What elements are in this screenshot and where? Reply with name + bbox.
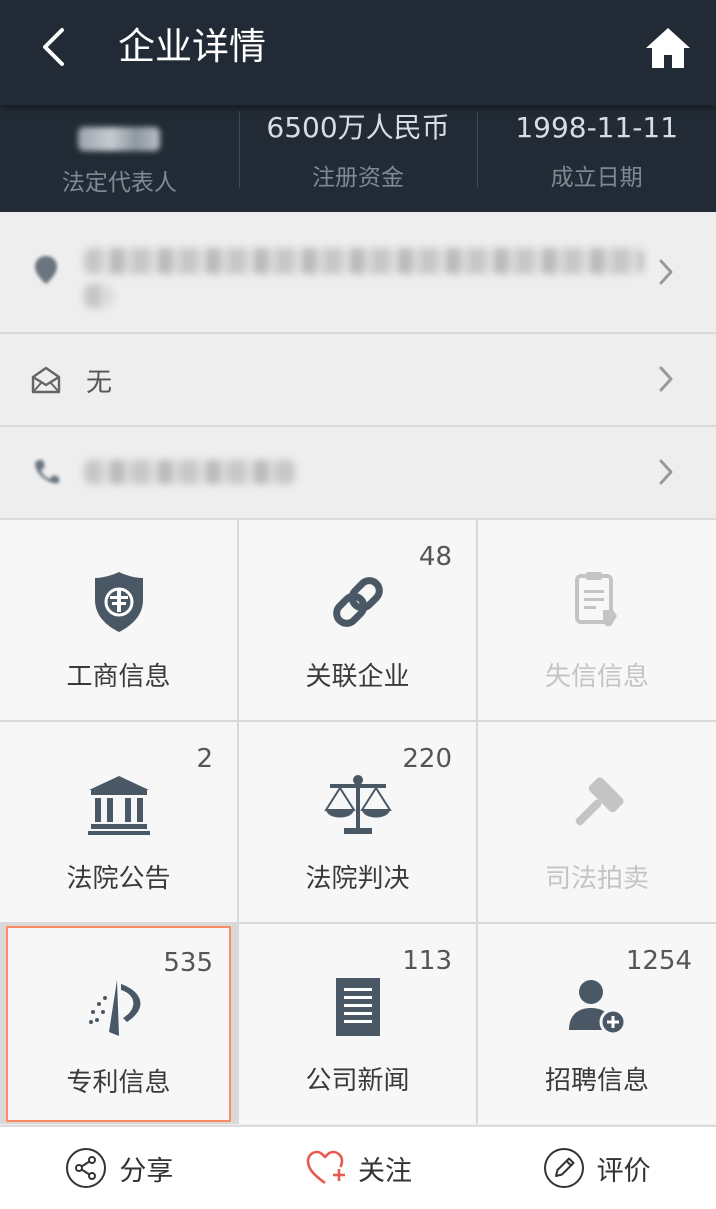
count-badge: 220 — [402, 744, 452, 774]
edit-pen-icon — [543, 1148, 584, 1188]
courthouse-icon — [87, 776, 150, 835]
founded-date-label: 成立日期 — [550, 164, 643, 191]
bottom-action-bar: 分享 关注 评价 — [0, 1125, 716, 1209]
count-badge: 113 — [402, 946, 452, 976]
grid-item-label: 司法拍卖 — [544, 864, 649, 894]
grid-item-label: 招聘信息 — [544, 1066, 649, 1096]
grid-item-label: 关联企业 — [305, 662, 410, 692]
share-label: 分享 — [119, 1155, 174, 1187]
review-label: 评价 — [596, 1155, 651, 1187]
review-button[interactable]: 评价 — [477, 1127, 716, 1209]
legal-rep-label: 法定代表人 — [61, 169, 177, 196]
grid-item-related-companies[interactable]: 48 关联企业 — [239, 520, 476, 720]
home-icon[interactable] — [644, 24, 692, 72]
grid-item-label: 失信信息 — [544, 662, 649, 692]
count-badge: 2 — [196, 744, 213, 774]
add-user-icon — [569, 980, 627, 1036]
legal-rep-name-blurred — [78, 126, 161, 151]
location-pin-icon — [35, 256, 57, 284]
phone-number-blurred — [84, 460, 296, 484]
chevron-right-icon — [659, 259, 673, 285]
grid-item-label: 公司新闻 — [305, 1066, 410, 1096]
grid-item-court-notices[interactable]: 2 法院公告 — [0, 722, 237, 922]
page-title: 企业详情 — [118, 25, 266, 68]
follow-button[interactable]: 关注 — [239, 1127, 478, 1209]
phone-icon — [35, 460, 59, 484]
address-text-blurred — [84, 248, 644, 274]
registered-capital-label: 注册资金 — [312, 164, 404, 191]
document-icon — [335, 978, 380, 1036]
grid-item-label: 法院公告 — [66, 864, 171, 894]
count-badge: 48 — [418, 542, 452, 572]
link-chain-icon — [332, 577, 383, 627]
gavel-icon — [575, 777, 624, 826]
share-button[interactable]: 分享 — [0, 1127, 239, 1209]
grid-item-label: 专利信息 — [66, 1068, 171, 1098]
clipboard-thumbs-down-icon — [575, 572, 617, 626]
chevron-right-icon — [659, 366, 673, 392]
grid-item-business-info[interactable]: 工商信息 — [0, 520, 237, 720]
phone-row[interactable] — [0, 427, 716, 520]
grid-item-label: 工商信息 — [66, 662, 171, 692]
founded-date-value: 1998-11-11 — [515, 110, 679, 144]
grid-item-company-news[interactable]: 113 公司新闻 — [239, 924, 476, 1124]
feature-grid: 工商信息 48 关联企业 失信信息 2 法院公告 220 法院判决 司法拍卖 5… — [0, 520, 716, 1124]
patent-emblem-icon — [88, 980, 140, 1036]
count-badge: 1254 — [625, 946, 692, 976]
grid-item-court-judgments[interactable]: 220 法院判决 — [239, 722, 476, 922]
grid-item-judicial-auction[interactable]: 司法拍卖 — [478, 722, 716, 922]
company-summary: 法定代表人 6500万人民币 注册资金 1998-11-11 成立日期 — [0, 105, 716, 212]
founded-date: 1998-11-11 成立日期 — [477, 105, 716, 212]
address-text-blurred-line2 — [84, 284, 112, 308]
app-header: 企业详情 — [0, 0, 716, 105]
email-row[interactable]: 无 — [0, 334, 716, 427]
heart-plus-icon — [306, 1150, 345, 1185]
registered-capital-value: 6500万人民币 — [266, 110, 450, 144]
follow-label: 关注 — [358, 1155, 412, 1187]
scales-icon — [323, 775, 392, 834]
count-badge: 535 — [163, 948, 213, 978]
grid-item-patent-info[interactable]: 535 专利信息 — [6, 926, 231, 1122]
back-icon[interactable] — [32, 22, 82, 72]
share-icon — [66, 1148, 107, 1188]
legal-rep[interactable]: 法定代表人 — [0, 105, 239, 212]
address-row[interactable] — [0, 212, 716, 334]
grid-item-label: 法院判决 — [305, 864, 410, 894]
email-value: 无 — [86, 368, 113, 398]
grid-item-recruitment-info[interactable]: 1254 招聘信息 — [478, 924, 716, 1124]
registered-capital: 6500万人民币 注册资金 — [238, 105, 478, 212]
mail-icon — [31, 366, 61, 394]
chevron-right-icon — [659, 459, 673, 485]
shield-badge-icon — [94, 572, 143, 632]
grid-item-dishonesty-info[interactable]: 失信信息 — [478, 520, 716, 720]
